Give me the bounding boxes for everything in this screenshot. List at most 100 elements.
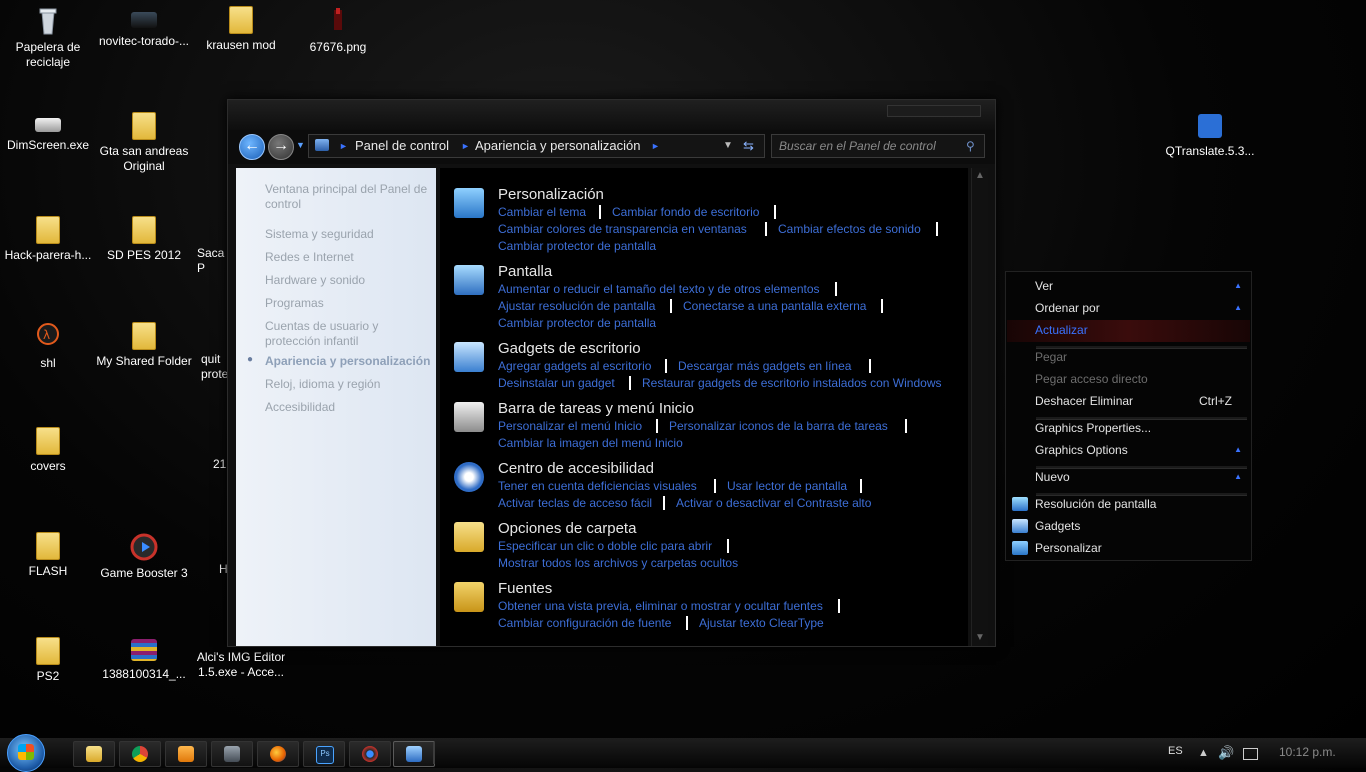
- start-button[interactable]: [7, 734, 45, 772]
- link-add-gadgets[interactable]: Agregar gadgets al escritorio: [498, 359, 651, 373]
- desktop-icon-hack[interactable]: Hack-parera-h...: [0, 216, 96, 263]
- sidebar-item-appearance[interactable]: Apariencia y personalización: [265, 354, 435, 369]
- desktop-icon-covers[interactable]: covers: [0, 427, 96, 474]
- link-text-size[interactable]: Aumentar o reducir el tamaño del texto y…: [498, 282, 820, 296]
- link-high-contrast[interactable]: Activar o desactivar el Contraste alto: [676, 496, 871, 510]
- link-preview-fonts[interactable]: Obtener una vista previa, eliminar o mos…: [498, 599, 823, 613]
- search-box[interactable]: Buscar en el Panel de control ⚲: [771, 134, 985, 158]
- sidebar-item-hardware[interactable]: Hardware y sonido: [265, 273, 435, 288]
- link-screen-reader[interactable]: Usar lector de pantalla: [727, 479, 847, 493]
- desktop-icon-shl[interactable]: λ shl: [0, 322, 96, 371]
- menu-item-personalize[interactable]: Personalizar: [1035, 541, 1102, 555]
- show-hidden-icons-icon[interactable]: ▲: [1198, 747, 1209, 759]
- menu-item-undo-delete[interactable]: Deshacer Eliminar: [1035, 394, 1133, 408]
- link-screensaver[interactable]: Cambiar protector de pantalla: [498, 316, 656, 330]
- taskbar-firefox[interactable]: [257, 741, 299, 767]
- sidebar-item-accounts[interactable]: Cuentas de usuario y protección infantil: [265, 319, 435, 349]
- desktop-icon-alci[interactable]: Alci's IMG Editor 1.5.exe - Acce...: [193, 650, 289, 680]
- menu-item-sort-by[interactable]: Ordenar por: [1035, 301, 1100, 315]
- back-button[interactable]: ←: [239, 134, 265, 160]
- desktop-icon-sdpes[interactable]: SD PES 2012: [96, 216, 192, 263]
- sidebar-item-accessibility[interactable]: Accesibilidad: [265, 400, 435, 415]
- address-bar[interactable]: ► Panel de control ► Apariencia y person…: [308, 134, 765, 158]
- search-icon[interactable]: ⚲: [966, 135, 975, 157]
- link-taskbar-icons[interactable]: Personalizar iconos de la barra de tarea…: [669, 419, 888, 433]
- menu-item-graphics-properties[interactable]: Graphics Properties...: [1035, 421, 1151, 435]
- category-title[interactable]: Gadgets de escritorio: [498, 340, 641, 357]
- desktop-icon-game-booster[interactable]: Game Booster 3: [96, 532, 192, 581]
- category-title[interactable]: Personalización: [498, 186, 604, 203]
- desktop-icon-67676[interactable]: 67676.png: [290, 6, 386, 55]
- forward-button[interactable]: →: [268, 134, 294, 160]
- link-font-settings[interactable]: Cambiar configuración de fuente: [498, 616, 671, 630]
- desktop-icon-qtranslate[interactable]: QTranslate.5.3...: [1162, 112, 1258, 159]
- link-download-gadgets[interactable]: Descargar más gadgets en línea: [678, 359, 851, 373]
- menu-item-gadgets[interactable]: Gadgets: [1035, 519, 1080, 533]
- category-title[interactable]: Pantalla: [498, 263, 552, 280]
- taskbar-game-app[interactable]: [211, 741, 253, 767]
- desktop-icon-recycle-bin[interactable]: Papelera de reciclaje: [0, 6, 96, 70]
- breadcrumb-separator-icon[interactable]: ►: [461, 135, 470, 157]
- sidebar-item-programs[interactable]: Programas: [265, 296, 435, 311]
- link-transparency-colors[interactable]: Cambiar colores de transparencia en vent…: [498, 222, 747, 236]
- category-title[interactable]: Fuentes: [498, 580, 552, 597]
- address-dropdown-icon[interactable]: ▼: [723, 135, 733, 157]
- language-indicator[interactable]: ES: [1168, 745, 1183, 757]
- category-title[interactable]: Barra de tareas y menú Inicio: [498, 400, 694, 417]
- breadcrumb-control-panel[interactable]: Panel de control: [355, 135, 449, 157]
- taskbar-explorer[interactable]: [73, 741, 115, 767]
- desktop-icon-21[interactable]: 21: [193, 427, 227, 472]
- desktop-icon-krausen[interactable]: krausen mod: [193, 6, 289, 53]
- link-click-options[interactable]: Especificar un clic o doble clic para ab…: [498, 539, 712, 553]
- sidebar-item-network[interactable]: Redes e Internet: [265, 250, 435, 265]
- link-change-theme[interactable]: Cambiar el tema: [498, 205, 586, 219]
- desktop-icon-gta[interactable]: Gta san andreas Original: [96, 112, 192, 174]
- breadcrumb-appearance[interactable]: Apariencia y personalización: [475, 135, 640, 157]
- menu-item-refresh[interactable]: Actualizar: [1035, 323, 1088, 337]
- link-cleartype[interactable]: Ajustar texto ClearType: [699, 616, 824, 630]
- control-panel-window[interactable]: ← → ▼ ► Panel de control ► Apariencia y …: [227, 99, 996, 647]
- desktop-icon-archive[interactable]: 1388100314_...: [96, 637, 192, 682]
- network-icon[interactable]: [1243, 748, 1258, 760]
- desktop-icon-shared-folder[interactable]: My Shared Folder: [96, 322, 192, 369]
- category-title[interactable]: Centro de accesibilidad: [498, 460, 654, 477]
- taskbar-game-booster[interactable]: [349, 741, 391, 767]
- menu-item-paste-shortcut[interactable]: Pegar acceso directo: [1035, 372, 1148, 386]
- link-hidden-files[interactable]: Mostrar todos los archivos y carpetas oc…: [498, 556, 738, 570]
- link-restore-gadgets[interactable]: Restaurar gadgets de escritorio instalad…: [642, 376, 941, 390]
- sidebar-item-home[interactable]: Ventana principal del Panel de control: [265, 182, 435, 212]
- link-external-display[interactable]: Conectarse a una pantalla externa: [683, 299, 866, 313]
- taskbar-chrome[interactable]: [119, 741, 161, 767]
- sidebar-item-security[interactable]: Sistema y seguridad: [265, 227, 435, 242]
- window-titlebar[interactable]: [228, 100, 995, 130]
- volume-icon[interactable]: 🔊: [1218, 745, 1234, 761]
- link-start-menu[interactable]: Personalizar el menú Inicio: [498, 419, 642, 433]
- desktop-icon-dimscreen[interactable]: DimScreen.exe: [0, 112, 96, 153]
- vertical-scrollbar[interactable]: ▲ ▼: [971, 168, 988, 646]
- window-controls[interactable]: [887, 105, 981, 117]
- scroll-down-icon[interactable]: ▼: [974, 632, 986, 644]
- menu-item-paste[interactable]: Pegar: [1035, 350, 1067, 364]
- link-sound-effects[interactable]: Cambiar efectos de sonido: [778, 222, 921, 236]
- menu-item-view[interactable]: Ver: [1035, 279, 1053, 293]
- desktop-icon-novitec[interactable]: novitec-torado-...: [96, 6, 192, 49]
- category-title[interactable]: Opciones de carpeta: [498, 520, 636, 537]
- breadcrumb-separator-icon[interactable]: ►: [339, 135, 348, 157]
- link-uninstall-gadget[interactable]: Desinstalar un gadget: [498, 376, 615, 390]
- desktop-icon-quit[interactable]: quit prote: [193, 322, 229, 382]
- taskbar-media-player[interactable]: [165, 741, 207, 767]
- link-start-menu-picture[interactable]: Cambiar la imagen del menú Inicio: [498, 436, 683, 450]
- link-visual-deficiencies[interactable]: Tener en cuenta deficiencias visuales: [498, 479, 697, 493]
- desktop-icon-ps2[interactable]: PS2: [0, 637, 96, 684]
- clock[interactable]: 10:12 p.m.: [1279, 745, 1336, 759]
- link-resolution[interactable]: Ajustar resolución de pantalla: [498, 299, 655, 313]
- menu-item-graphics-options[interactable]: Graphics Options: [1035, 443, 1128, 457]
- search-input-placeholder[interactable]: Buscar en el Panel de control: [779, 135, 936, 157]
- desktop-icon-flash[interactable]: FLASH: [0, 532, 96, 579]
- link-change-background[interactable]: Cambiar fondo de escritorio: [612, 205, 759, 219]
- desktop-icon-h[interactable]: H: [193, 532, 228, 577]
- link-sticky-keys[interactable]: Activar teclas de acceso fácil: [498, 496, 652, 510]
- breadcrumb-separator-icon[interactable]: ►: [651, 135, 660, 157]
- taskbar-photoshop[interactable]: Ps: [303, 741, 345, 767]
- refresh-icon[interactable]: ⇆: [743, 135, 754, 157]
